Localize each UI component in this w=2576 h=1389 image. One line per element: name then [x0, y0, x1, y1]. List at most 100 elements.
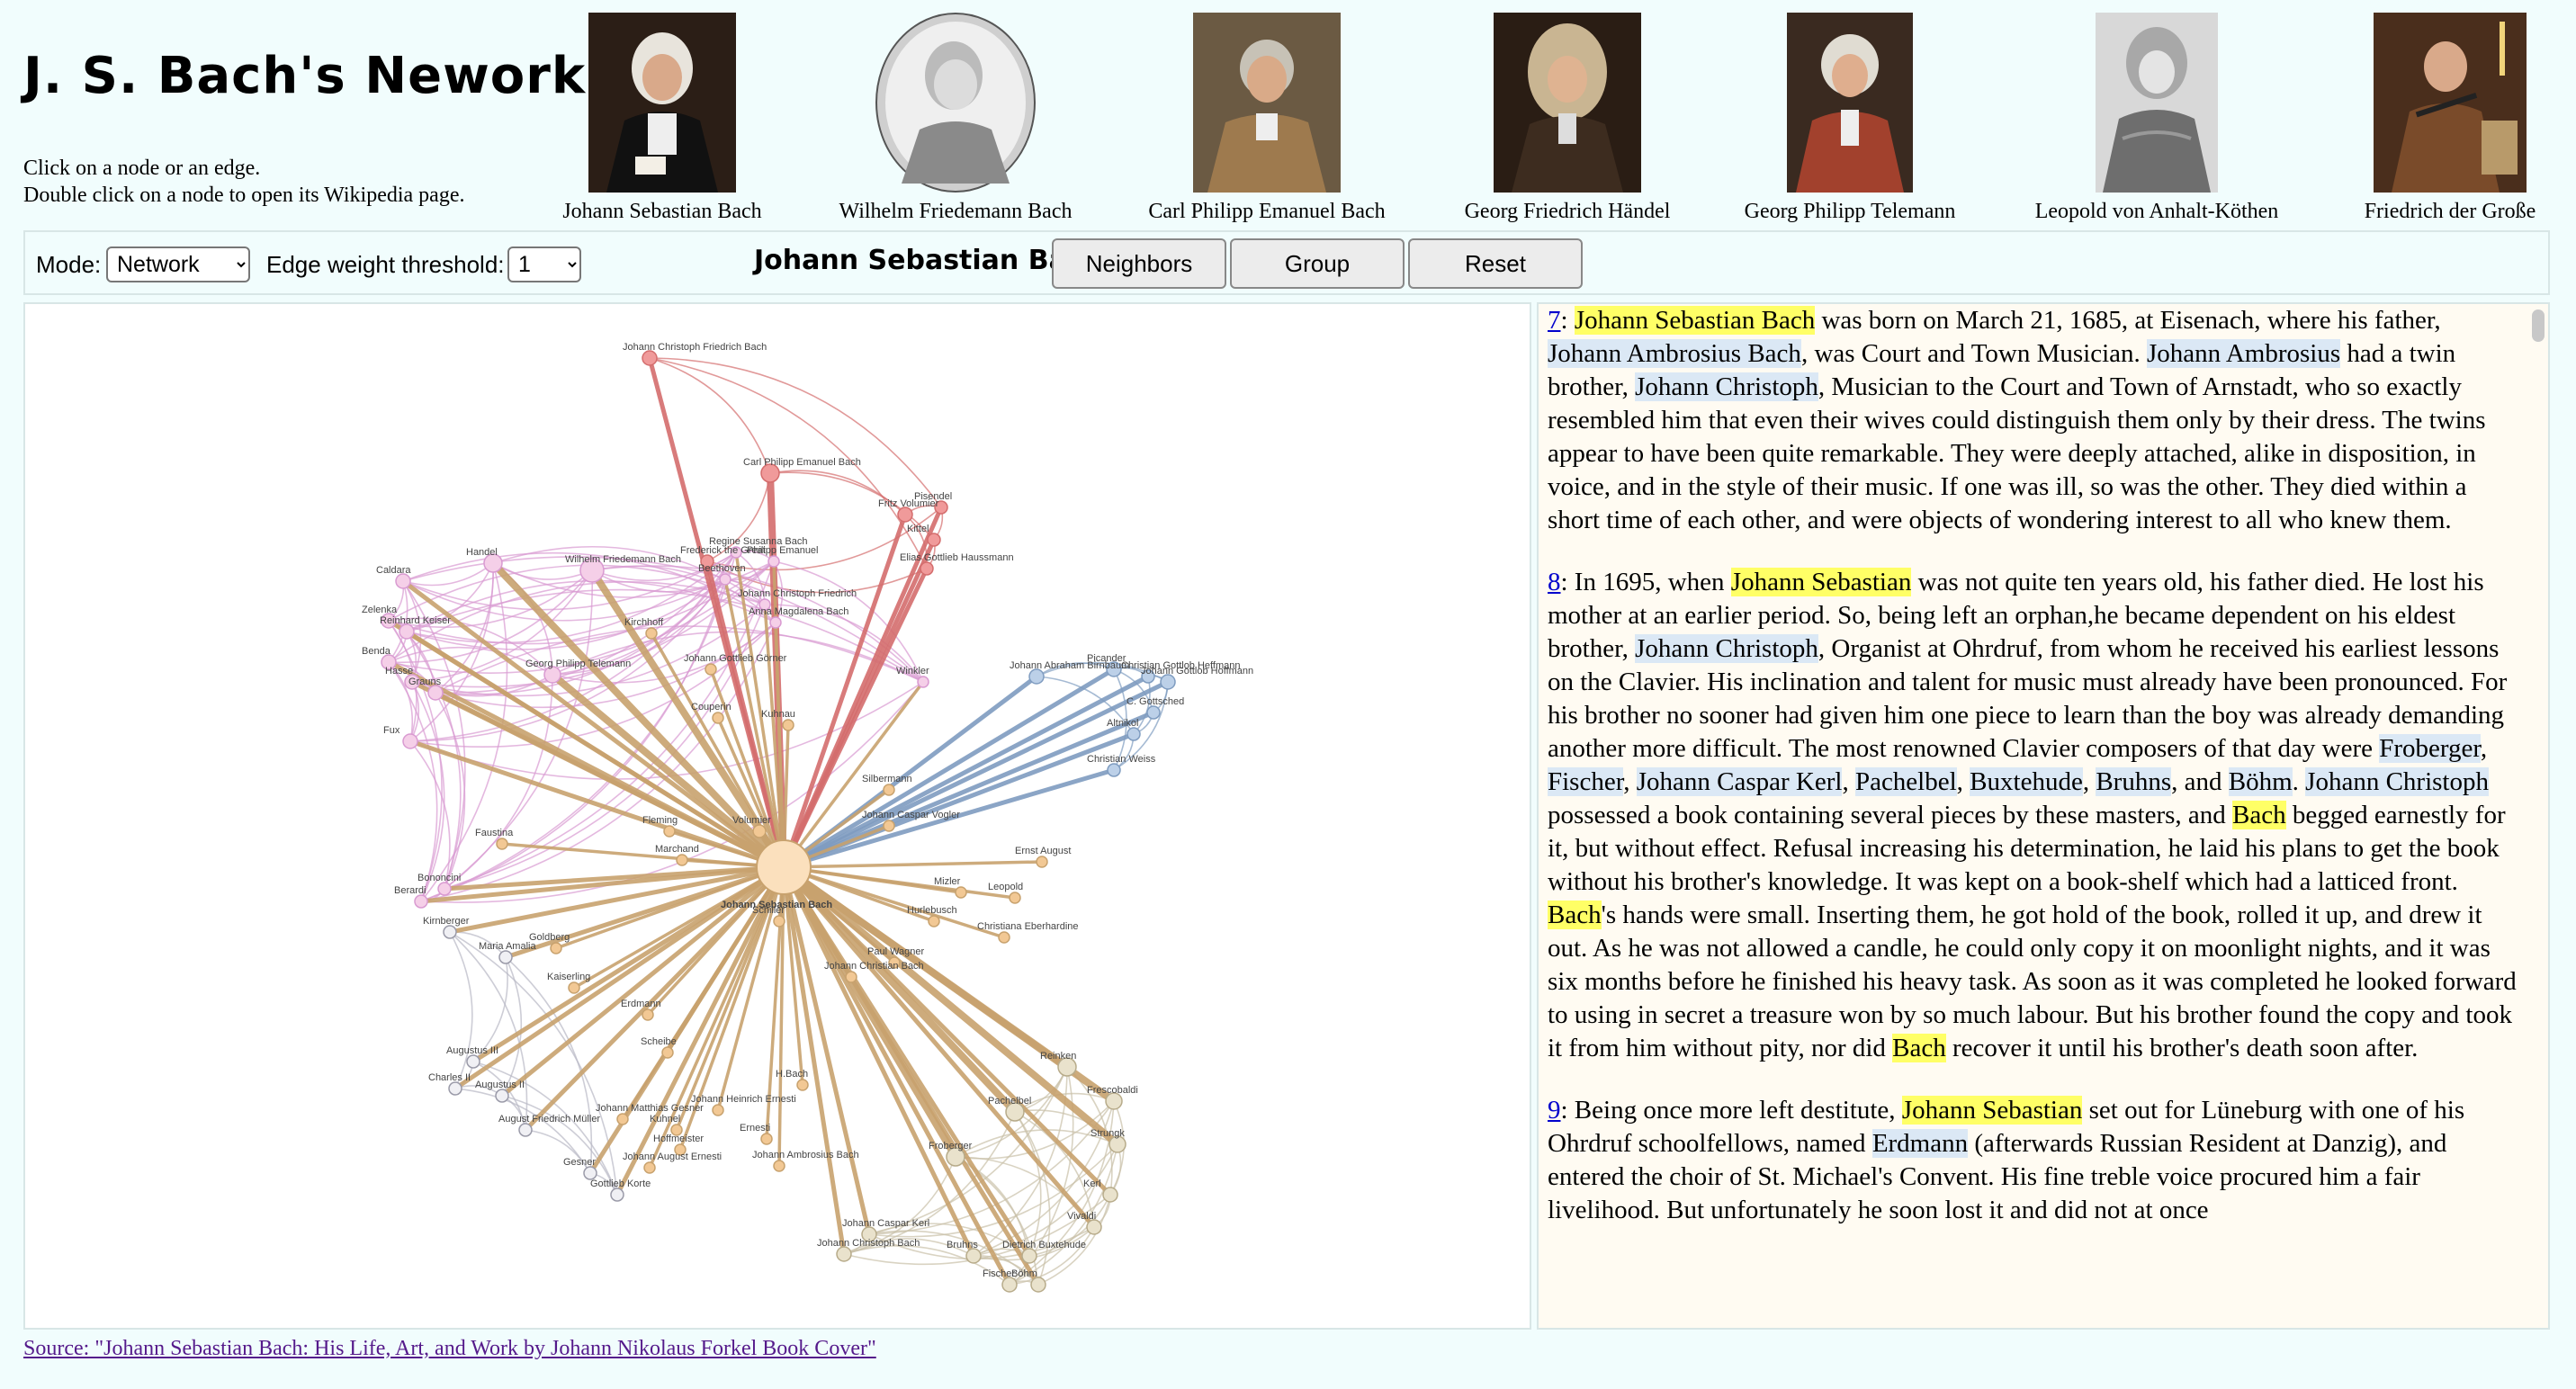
graph-node[interactable]	[897, 506, 913, 523]
graph-node[interactable]	[920, 561, 934, 576]
graph-node[interactable]	[836, 1246, 852, 1262]
graph-node[interactable]	[642, 1008, 654, 1021]
graph-node[interactable]	[643, 1161, 656, 1174]
graph-node[interactable]	[642, 350, 658, 366]
portrait-wf-bach[interactable]: Wilhelm Friedemann Bach	[794, 13, 1117, 224]
graph-node[interactable]	[583, 1166, 597, 1180]
graph-node[interactable]	[928, 915, 940, 927]
graph-node[interactable]	[796, 1079, 809, 1091]
graph-node[interactable]	[1102, 1187, 1118, 1203]
highlight-person[interactable]: Johann Sebastian	[1730, 568, 1912, 596]
highlight-person[interactable]: Johann Sebastian	[1901, 1096, 2083, 1125]
paragraph-link-8[interactable]: 8	[1548, 568, 1561, 596]
neighbors-button[interactable]: Neighbors	[1052, 238, 1226, 289]
highlight-person[interactable]: Bach	[2232, 801, 2286, 829]
graph-node[interactable]	[498, 950, 513, 964]
graph-node[interactable]	[550, 942, 562, 954]
graph-node[interactable]	[395, 573, 411, 589]
mode-select[interactable]: Network	[106, 246, 250, 282]
network-graph[interactable]: Johann Christoph Friedrich Bach Carl Phil…	[23, 302, 1531, 1330]
highlight-person[interactable]: Pachelbel	[1854, 767, 1957, 796]
portrait-telemann[interactable]: Georg Philipp Telemann	[1688, 13, 2012, 224]
edge-40[interactable]	[783, 860, 1043, 869]
graph-node[interactable]	[712, 1104, 724, 1116]
graph-node[interactable]	[705, 663, 717, 676]
paragraph-link-7[interactable]: 7	[1548, 306, 1561, 335]
graph-node[interactable]	[1146, 705, 1161, 720]
highlight-person[interactable]: Erdmann	[1871, 1129, 1969, 1158]
group-button[interactable]: Group	[1230, 238, 1405, 289]
graph-node[interactable]	[965, 1248, 982, 1264]
graph-node[interactable]	[1030, 1277, 1046, 1293]
highlight-person[interactable]: Fischer	[1548, 767, 1624, 796]
graph-node[interactable]	[845, 971, 857, 983]
highlight-person[interactable]: Böhm	[2228, 767, 2293, 796]
highlight-person[interactable]: Johann Christoph	[2305, 767, 2489, 796]
graph-node[interactable]	[1009, 892, 1021, 904]
graph-node[interactable]	[1001, 1277, 1018, 1293]
graph-node[interactable]	[883, 820, 895, 832]
graph-node[interactable]	[402, 733, 418, 749]
graph-node[interactable]	[1021, 1248, 1037, 1264]
graph-node[interactable]	[773, 1160, 785, 1172]
graph-node[interactable]	[712, 712, 724, 724]
graph-node[interactable]	[1028, 668, 1045, 685]
graph-node[interactable]	[767, 555, 780, 568]
reset-button[interactable]: Reset	[1408, 238, 1583, 289]
portrait-js-bach[interactable]: Johann Sebastian Bach	[500, 13, 824, 224]
graph-node[interactable]	[661, 1046, 674, 1059]
cluster-edge[interactable]	[649, 357, 942, 508]
graph-node[interactable]	[769, 616, 782, 629]
highlight-person[interactable]: Bach	[1892, 1034, 1946, 1062]
highlight-person[interactable]: Bach	[1548, 901, 1602, 929]
graph-node[interactable]	[663, 825, 676, 838]
graph-node[interactable]	[568, 981, 580, 994]
graph-node[interactable]	[645, 627, 658, 640]
portrait-leopold[interactable]: Leopold von Anhalt-Köthen	[1995, 13, 2319, 224]
graph-node[interactable]	[496, 838, 508, 850]
graph-node[interactable]	[955, 886, 967, 899]
portrait-cpe-bach[interactable]: Carl Philipp Emanuel Bach	[1105, 13, 1429, 224]
graph-node[interactable]	[437, 882, 452, 896]
graph-node[interactable]	[1107, 763, 1121, 777]
graph-node[interactable]	[927, 533, 941, 547]
graph-node[interactable]	[752, 824, 767, 838]
portrait-handel[interactable]: Georg Friedrich Händel	[1405, 13, 1729, 224]
highlight-person[interactable]: Bruhns	[2096, 767, 2172, 796]
highlight-person[interactable]: Johann Christoph	[1635, 372, 1818, 401]
highlight-person[interactable]: Johann Ambrosius	[2147, 339, 2341, 368]
graph-node[interactable]	[1160, 674, 1176, 690]
graph-node[interactable]	[998, 931, 1010, 944]
highlight-person[interactable]: Johann Christoph	[1635, 634, 1818, 663]
graph-node[interactable]	[760, 1133, 773, 1145]
graph-node[interactable]	[676, 854, 688, 866]
graph-node[interactable]	[495, 1089, 509, 1103]
highlight-person[interactable]: Johann Sebastian Bach	[1574, 306, 1816, 335]
graph-node[interactable]	[719, 573, 732, 586]
graph-node[interactable]	[518, 1123, 533, 1137]
graph-node[interactable]	[399, 623, 415, 640]
graph-node[interactable]	[427, 685, 444, 701]
scrollbar-thumb[interactable]	[2532, 309, 2545, 342]
highlight-person[interactable]: Froberger	[2379, 734, 2481, 763]
graph-node[interactable]	[773, 915, 785, 927]
source-link[interactable]: Source: "Johann Sebastian Bach: His Life…	[23, 1337, 876, 1361]
network-svg[interactable]: Johann Christoph Friedrich Bach Carl Phil…	[25, 304, 1530, 1328]
highlight-person[interactable]: Johann Ambrosius Bach	[1548, 339, 1801, 368]
center-node[interactable]	[756, 839, 812, 895]
graph-node[interactable]	[443, 925, 457, 939]
graph-node[interactable]	[883, 784, 895, 796]
graph-node[interactable]	[1086, 1219, 1102, 1235]
graph-node[interactable]	[1036, 856, 1048, 868]
graph-node[interactable]	[1126, 727, 1141, 741]
text-panel[interactable]: 7: Johann Sebastian Bach was born on Mar…	[1537, 302, 2550, 1330]
graph-node[interactable]	[782, 719, 794, 731]
highlight-person[interactable]: Buxtehude	[1970, 767, 2083, 796]
graph-node[interactable]	[466, 1054, 480, 1069]
highlight-person[interactable]: Johann Caspar Kerl	[1636, 767, 1843, 796]
graph-node[interactable]	[414, 894, 428, 909]
threshold-select[interactable]: 1	[507, 246, 581, 282]
graph-node[interactable]	[448, 1081, 462, 1096]
graph-node[interactable]	[616, 1113, 629, 1125]
cluster-edge[interactable]	[649, 357, 771, 474]
